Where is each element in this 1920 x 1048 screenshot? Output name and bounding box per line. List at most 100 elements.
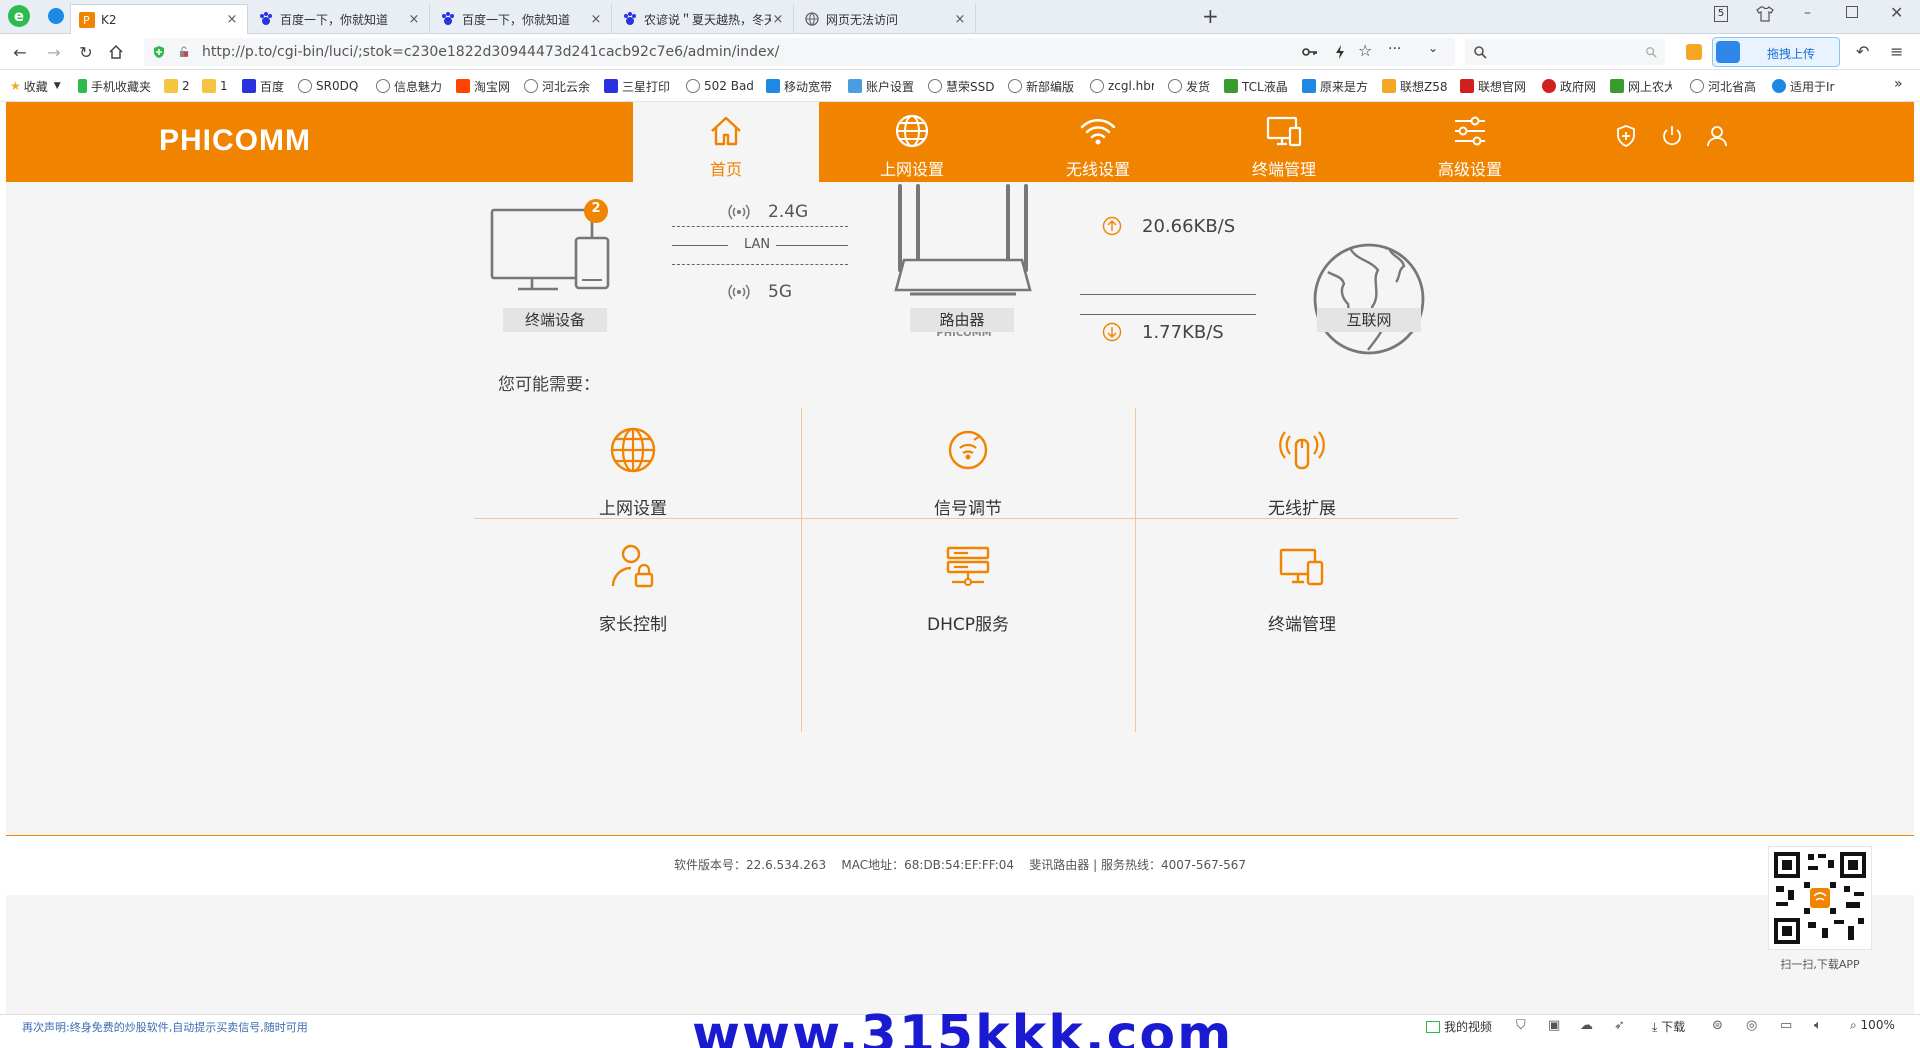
bookmark-item[interactable]: 移动宽带	[766, 78, 836, 94]
key-icon[interactable]	[1302, 45, 1318, 59]
badge-five-icon[interactable]: 5	[1714, 6, 1728, 22]
baidu-paw-icon	[624, 12, 636, 25]
bookmark-item[interactable]: 账户设置	[848, 78, 918, 94]
close-window-button[interactable]: ✕	[1890, 3, 1903, 22]
browser-icon[interactable]: ◎	[1746, 1018, 1757, 1033]
menu-icon[interactable]: ≡	[1890, 42, 1903, 61]
bookmark-item[interactable]: 手机收藏夹	[78, 78, 158, 94]
zoom-control[interactable]: ⌕ 100%	[1850, 1018, 1895, 1033]
rocket-icon[interactable]: ➶	[1614, 1018, 1625, 1033]
more-dots-icon[interactable]: ···	[1388, 41, 1401, 57]
bookmark-item[interactable]: 信息魅力	[376, 78, 448, 94]
bookmark-item[interactable]: 河北省高	[1690, 78, 1758, 94]
upload-widget[interactable]: 拖拽上传	[1712, 37, 1840, 67]
bookmark-item[interactable]: 联想Z58	[1382, 78, 1448, 94]
nav-home[interactable]: 首页	[633, 102, 819, 182]
bookmark-item[interactable]: 适用于Ir	[1772, 78, 1842, 94]
nav-terminal-management[interactable]: 终端管理	[1191, 102, 1377, 182]
new-tab-button[interactable]: +	[1202, 4, 1219, 28]
bookmark-item[interactable]: 发货	[1168, 78, 1216, 94]
undo-icon[interactable]: ↶	[1856, 42, 1869, 61]
cloud-icon[interactable]: ☁	[1580, 1018, 1593, 1033]
search-icon	[1474, 46, 1487, 59]
devices-icon	[1266, 116, 1302, 147]
power-icon[interactable]	[1660, 124, 1684, 148]
bookmark-favorites[interactable]: ★ 收藏 ▼	[10, 78, 74, 94]
bookmark-item[interactable]: TCL液晶	[1224, 78, 1290, 94]
search-go-icon[interactable]	[1645, 46, 1657, 58]
forward-button[interactable]: →	[42, 40, 66, 64]
caption-router[interactable]: 路由器	[910, 308, 1014, 332]
back-button[interactable]: ←	[8, 40, 32, 64]
bookmark-item[interactable]: 502 Bad	[686, 78, 754, 94]
image-icon[interactable]: ▣	[1548, 1018, 1560, 1033]
tab-baidu-1[interactable]: 百度一下，你就知道 ×	[250, 4, 430, 34]
bookmarks-more-button[interactable]: »	[1894, 76, 1903, 92]
nav-internet-settings[interactable]: 上网设置	[819, 102, 1005, 182]
address-field[interactable]: http://p.to/cgi-bin/luci/;stok=c230e1822…	[144, 38, 1455, 66]
bookmark-item[interactable]: 政府网	[1542, 78, 1602, 94]
extension-icon[interactable]	[1686, 44, 1702, 60]
telegram-icon[interactable]	[48, 8, 64, 24]
security-shield-icon[interactable]	[152, 45, 166, 59]
bookmark-item[interactable]: 原来是方	[1302, 78, 1370, 94]
nav-wireless-settings[interactable]: 无线设置	[1005, 102, 1191, 182]
bookmark-item[interactable]: 百度	[242, 78, 290, 94]
download-button[interactable]: ⤓ 下载	[1652, 1018, 1685, 1035]
quick-label: 终端管理	[1268, 615, 1336, 635]
insecure-lock-icon[interactable]	[178, 46, 190, 58]
status-notice[interactable]: 再次声明:终身免费的炒股软件,自动提示买卖信号,随时可用	[22, 1019, 308, 1035]
bookmark-item[interactable]: 联想官网	[1460, 78, 1532, 94]
user-icon[interactable]	[1705, 124, 1729, 148]
favorite-star-icon[interactable]: ☆	[1358, 41, 1372, 60]
restore-button[interactable]	[1846, 6, 1858, 18]
quick-terminal-management[interactable]: 终端管理	[1135, 522, 1469, 662]
bookmark-label: 发货	[1186, 79, 1211, 94]
bookmark-item[interactable]: 三星打印	[604, 78, 672, 94]
tab-article[interactable]: 农谚说＂夏天越热，冬天越冷 ×	[614, 4, 794, 34]
security-shield-icon[interactable]	[1614, 124, 1638, 148]
tab-close-icon[interactable]: ×	[589, 12, 603, 27]
bookmark-item[interactable]: 淘宝网	[456, 78, 514, 94]
home-icon[interactable]	[108, 44, 124, 60]
volume-icon[interactable]: 🔈︎	[1814, 1018, 1822, 1033]
minimize-button[interactable]: –	[1804, 5, 1811, 21]
bookmark-item[interactable]: 河北云余	[524, 78, 592, 94]
caption-internet[interactable]: 互联网	[1317, 308, 1421, 332]
browser-logo-icon[interactable]: e	[8, 5, 30, 27]
bookmark-item[interactable]: 慧荣SSD	[928, 78, 994, 94]
bookmark-item[interactable]: 网上农大	[1610, 78, 1672, 94]
my-video-button[interactable]: 我的视频	[1426, 1018, 1492, 1035]
refresh-button[interactable]: ↻	[74, 40, 98, 64]
lightning-icon[interactable]	[1334, 44, 1346, 60]
bookmark-item[interactable]: 新部编版	[1008, 78, 1076, 94]
nav-advanced-settings[interactable]: 高级设置	[1377, 102, 1563, 182]
tab-close-icon[interactable]: ×	[225, 12, 239, 27]
skin-shirt-icon[interactable]	[1756, 6, 1774, 22]
tab-close-icon[interactable]: ×	[953, 12, 967, 27]
speedup-icon[interactable]: ⊜	[1712, 1018, 1723, 1033]
caption-terminal-devices[interactable]: 终端设备	[503, 308, 607, 332]
bookmark-item[interactable]: zcgl.hbr	[1090, 78, 1154, 94]
tab-close-icon[interactable]: ×	[771, 12, 785, 27]
quick-parental-control[interactable]: 家长控制	[466, 522, 800, 662]
globe-icon	[686, 79, 700, 93]
tab-k2[interactable]: P K2 ×	[70, 4, 248, 34]
band-24g-label: 2.4G	[768, 202, 809, 222]
router-device-icon[interactable]	[890, 184, 1036, 296]
chevron-down-icon[interactable]: ⌄	[1428, 41, 1438, 55]
search-box[interactable]	[1465, 39, 1665, 65]
bookmark-item[interactable]: SR0DQ	[298, 78, 360, 94]
bookmark-folder[interactable]: 1	[202, 78, 236, 94]
tab-error[interactable]: 网页无法访问 ×	[796, 4, 976, 34]
bookmark-folder[interactable]: 2	[164, 78, 198, 94]
internet-globe-icon[interactable]	[1312, 242, 1426, 356]
devices-icon	[1279, 548, 1324, 586]
tab-close-icon[interactable]: ×	[407, 12, 421, 27]
tab-baidu-2[interactable]: 百度一下，你就知道 ×	[432, 4, 612, 34]
window-icon[interactable]: ▭	[1780, 1018, 1792, 1033]
qr-code-image	[1768, 846, 1872, 950]
quick-dhcp-service[interactable]: DHCP服务	[801, 522, 1135, 662]
globe-icon	[1090, 79, 1104, 93]
shield-icon[interactable]: ⛉	[1516, 1018, 1526, 1033]
